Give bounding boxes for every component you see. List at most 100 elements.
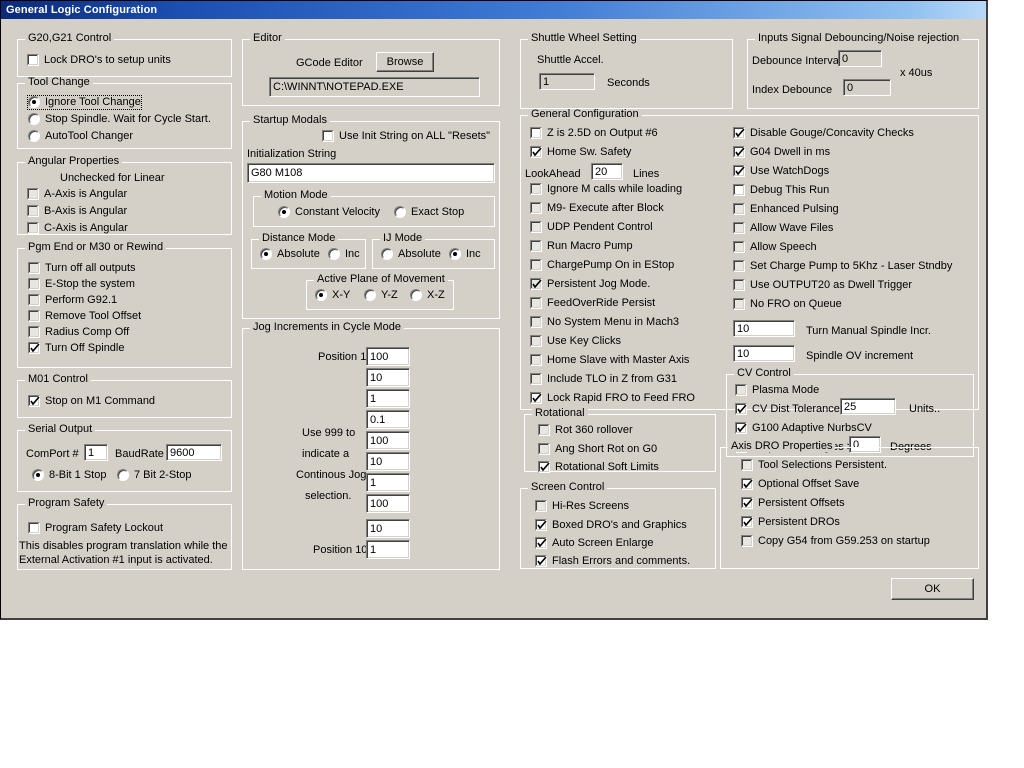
checkbox-hi-res-screens[interactable]: Hi-Res Screens <box>535 500 629 513</box>
checkbox-no-system-menu-in-mach3[interactable]: No System Menu in Mach3 <box>530 316 679 329</box>
checkbox-tool-selections-persistent[interactable]: Tool Selections Persistent. <box>741 459 887 472</box>
checkbox-no-fro-on-queue[interactable]: No FRO on Queue <box>733 298 842 311</box>
checkbox-persistent-offsets[interactable]: Persistent Offsets <box>741 497 845 510</box>
jog-increment-input-4[interactable]: 0.1 <box>366 410 410 429</box>
checkbox-optional-offset-save[interactable]: Optional Offset Save <box>741 478 859 491</box>
checkbox-box <box>530 259 542 271</box>
checkbox-include-tlo-in-z-from-g31[interactable]: Include TLO in Z from G31 <box>530 373 677 386</box>
radio-constant-velocity[interactable]: Constant Velocity <box>278 206 380 219</box>
checkbox-perform-g92-1[interactable]: Perform G92.1 <box>28 294 117 307</box>
checkbox-use-init-string-on-all-resets[interactable]: Use Init String on ALL "Resets" <box>322 130 490 143</box>
checkbox-label: G04 Dwell in ms <box>750 146 831 158</box>
checkbox-box <box>530 373 542 385</box>
checkbox-lock-dro-setup-units[interactable]: Lock DRO's to setup units <box>27 54 171 67</box>
jog-increment-input-6[interactable]: 10 <box>366 452 410 471</box>
checkbox-program-safety-lockout[interactable]: Program Safety Lockout <box>28 522 163 535</box>
checkbox-turn-off-all-outputs[interactable]: Turn off all outputs <box>28 262 136 275</box>
checkbox-box <box>530 127 542 139</box>
checkbox-c-axis-angular[interactable]: C-Axis is Angular <box>27 222 128 235</box>
jog-increment-input-3[interactable]: 1 <box>366 389 410 408</box>
checkbox-b-axis-angular[interactable]: B-Axis is Angular <box>27 205 127 218</box>
checkbox-box <box>733 184 745 196</box>
turn-manual-spindle-incr-input[interactable]: 10 <box>733 320 795 337</box>
cv-dist-tolerance-input[interactable]: 25 <box>840 398 896 415</box>
checkbox-flash-errors-and-comments[interactable]: Flash Errors and comments. <box>535 555 690 568</box>
radio-stop-spindle-wait-cycle-start[interactable]: Stop Spindle. Wait for Cycle Start. <box>28 113 211 126</box>
initialization-string-label: Initialization String <box>247 148 337 160</box>
checkbox-debug-this-run[interactable]: Debug This Run <box>733 184 829 197</box>
checkbox-z-is-2-5d-output-6[interactable]: Z is 2.5D on Output #6 <box>530 127 658 140</box>
checkbox-auto-screen-enlarge[interactable]: Auto Screen Enlarge <box>535 537 654 550</box>
checkbox-home-slave-with-master-axis[interactable]: Home Slave with Master Axis <box>530 354 689 367</box>
browse-button[interactable]: Browse <box>376 52 434 72</box>
baudrate-input[interactable]: 9600 <box>166 444 222 461</box>
radio-label: Exact Stop <box>411 206 465 218</box>
checkbox-home-sw-safety[interactable]: Home Sw. Safety <box>530 146 631 159</box>
checkbox-set-charge-pump-5khz-laser-standby[interactable]: Set Charge Pump to 5Khz - Laser Stndby <box>733 260 952 273</box>
radio-plane-xy[interactable]: X-Y <box>315 289 350 302</box>
radio-plane-yz[interactable]: Y-Z <box>364 289 398 302</box>
radio-7bit-2stop[interactable]: 7 Bit 2-Stop <box>117 469 191 482</box>
radio-exact-stop[interactable]: Exact Stop <box>394 206 464 219</box>
gcode-editor-path-input[interactable]: C:\WINNT\NOTEPAD.EXE <box>269 77 480 97</box>
checkbox-persistent-jog-mode[interactable]: Persistent Jog Mode. <box>530 278 650 291</box>
checkbox-use-key-clicks[interactable]: Use Key Clicks <box>530 335 621 348</box>
checkbox-stop-on-m1-command[interactable]: Stop on M1 Command <box>28 395 155 408</box>
jog-increment-input-10[interactable]: 1 <box>366 540 410 559</box>
radio-plane-xz[interactable]: X-Z <box>410 289 445 302</box>
checkbox-enhanced-pulsing[interactable]: Enhanced Pulsing <box>733 203 839 216</box>
radio-circle <box>28 96 40 108</box>
checkbox-chargepump-on-in-estop[interactable]: ChargePump On in EStop <box>530 259 674 272</box>
shuttle-accel-input[interactable]: 1 <box>539 73 595 90</box>
checkbox-use-output20-as-dwell-trigger[interactable]: Use OUTPUT20 as Dwell Trigger <box>733 279 912 292</box>
checkbox-use-watchdogs[interactable]: Use WatchDogs <box>733 165 829 178</box>
checkbox-remove-tool-offset[interactable]: Remove Tool Offset <box>28 310 141 323</box>
checkbox-disable-gouge-concavity-checks[interactable]: Disable Gouge/Concavity Checks <box>733 127 914 140</box>
checkbox-plasma-mode[interactable]: Plasma Mode <box>735 384 819 397</box>
checkbox-turn-off-spindle[interactable]: Turn Off Spindle <box>28 342 125 355</box>
jog-increment-input-5[interactable]: 100 <box>366 431 410 450</box>
initialization-string-input[interactable]: G80 M108 <box>247 163 495 183</box>
group-title-editor: Editor <box>250 33 285 44</box>
radio-distance-inc[interactable]: Inc <box>328 248 360 261</box>
radio-ij-inc[interactable]: Inc <box>449 248 481 261</box>
checkbox-udp-pendent-control[interactable]: UDP Pendent Control <box>530 221 653 234</box>
checkbox-label: Boxed DRO's and Graphics <box>552 519 687 531</box>
checkbox-allow-speech[interactable]: Allow Speech <box>733 241 817 254</box>
radio-ignore-tool-change[interactable]: Ignore Tool Change <box>27 95 142 110</box>
debounce-interval-input[interactable]: 0 <box>838 50 882 67</box>
checkbox-g04-dwell-in-ms[interactable]: G04 Dwell in ms <box>733 146 830 159</box>
checkbox-ignore-m-calls-while-loading[interactable]: Ignore M calls while loading <box>530 183 682 196</box>
checkbox-feedoverride-persist[interactable]: FeedOverRide Persist <box>530 297 655 310</box>
jog-increment-input-7[interactable]: 1 <box>366 473 410 492</box>
checkbox-ang-short-rot-on-g0[interactable]: Ang Short Rot on G0 <box>538 443 657 456</box>
checkbox-lock-rapid-fro-to-feed-fro[interactable]: Lock Rapid FRO to Feed FRO <box>530 392 695 405</box>
checkbox-copy-g54-from-g59-253-on-startup[interactable]: Copy G54 from G59.253 on startup <box>741 535 930 548</box>
checkbox-run-macro-pump[interactable]: Run Macro Pump <box>530 240 633 253</box>
checkbox-g100-adaptive-nurbscv[interactable]: G100 Adaptive NurbsCV <box>735 422 872 435</box>
checkbox-m9-execute-after-block[interactable]: M9- Execute after Block <box>530 202 664 215</box>
jog-increment-input-1[interactable]: 100 <box>366 347 410 366</box>
checkbox-cv-dist-tolerance[interactable]: CV Dist Tolerance <box>735 403 840 416</box>
jog-increment-input-9[interactable]: 10 <box>366 519 410 538</box>
comport-input[interactable]: 1 <box>84 444 108 461</box>
checkbox-radius-comp-off[interactable]: Radius Comp Off <box>28 326 129 339</box>
checkbox-rotational-soft-limits[interactable]: Rotational Soft Limits <box>538 461 659 474</box>
ok-button[interactable]: OK <box>891 578 974 600</box>
checkbox-estop-the-system[interactable]: E-Stop the system <box>28 278 135 291</box>
radio-distance-absolute[interactable]: Absolute <box>260 248 320 261</box>
jog-increment-input-8[interactable]: 100 <box>366 494 410 513</box>
checkbox-allow-wave-files[interactable]: Allow Wave Files <box>733 222 833 235</box>
radio-ij-absolute[interactable]: Absolute <box>381 248 441 261</box>
checkbox-boxed-dros-and-graphics[interactable]: Boxed DRO's and Graphics <box>535 519 687 532</box>
checkbox-persistent-dros[interactable]: Persistent DROs <box>741 516 840 529</box>
radio-8bit-1stop[interactable]: 8-Bit 1 Stop <box>32 469 106 482</box>
checkbox-rot-360-rollover[interactable]: Rot 360 rollover <box>538 424 633 437</box>
radio-autotool-changer[interactable]: AutoTool Changer <box>28 130 133 143</box>
checkbox-a-axis-angular[interactable]: A-Axis is Angular <box>27 188 127 201</box>
jog-increment-input-2[interactable]: 10 <box>366 368 410 387</box>
spindle-ov-increment-input[interactable]: 10 <box>733 345 795 362</box>
checkbox-label: Use OUTPUT20 as Dwell Trigger <box>750 279 912 291</box>
lookahead-input[interactable]: 20 <box>591 163 623 180</box>
index-debounce-input[interactable]: 0 <box>843 79 891 96</box>
